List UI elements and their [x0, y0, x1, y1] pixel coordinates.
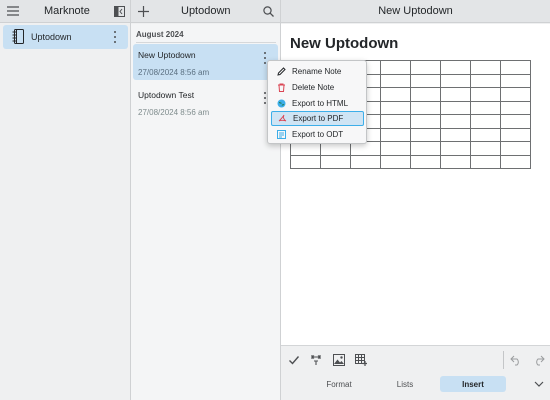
- trash-icon: [276, 83, 286, 93]
- table-cell[interactable]: [380, 127, 411, 142]
- menu-item-export-pdf[interactable]: Export to PDF: [271, 111, 364, 126]
- notes-list: August 2024 New Uptodown 27/08/2024 8:56…: [131, 24, 280, 400]
- table-cell[interactable]: [470, 100, 501, 115]
- table-cell[interactable]: [410, 73, 441, 88]
- table-cell[interactable]: [500, 141, 531, 156]
- table-cell[interactable]: [410, 127, 441, 142]
- notebook-title: Uptodown: [181, 5, 231, 17]
- menu-item-label: Export to HTML: [292, 99, 349, 108]
- table-cell[interactable]: [440, 60, 471, 75]
- group-header: August 2024: [136, 30, 184, 39]
- sidebar-item-label: Uptodown: [31, 32, 72, 42]
- tab-insert[interactable]: Insert: [440, 376, 506, 392]
- collapse-sidebar-icon[interactable]: [110, 2, 128, 20]
- globe-icon: [276, 99, 286, 109]
- checkbox-icon[interactable]: [286, 352, 302, 368]
- editor-header: New Uptodown: [281, 0, 550, 23]
- note-date: 27/08/2024 8:56 am: [138, 108, 210, 117]
- table-cell[interactable]: [380, 60, 411, 75]
- table-cell[interactable]: [500, 100, 531, 115]
- note-date: 27/08/2024 8:56 am: [138, 68, 210, 77]
- table-cell[interactable]: [440, 114, 471, 129]
- table-cell[interactable]: [320, 154, 351, 169]
- table-cell[interactable]: [410, 154, 441, 169]
- hamburger-menu-icon[interactable]: [4, 2, 22, 20]
- table-cell[interactable]: [380, 141, 411, 156]
- table-cell[interactable]: [440, 154, 471, 169]
- editor-title: New Uptodown: [378, 5, 453, 17]
- table-cell[interactable]: [380, 154, 411, 169]
- table-cell[interactable]: [440, 141, 471, 156]
- table-cell[interactable]: [500, 73, 531, 88]
- table-cell[interactable]: [380, 114, 411, 129]
- table-cell[interactable]: [410, 60, 441, 75]
- table-cell[interactable]: [500, 154, 531, 169]
- table-cell[interactable]: [440, 73, 471, 88]
- table-cell[interactable]: [500, 60, 531, 75]
- document-title[interactable]: New Uptodown: [290, 35, 398, 52]
- table-cell[interactable]: [470, 60, 501, 75]
- image-icon[interactable]: [331, 352, 347, 368]
- menu-item-delete-note[interactable]: Delete Note: [271, 80, 364, 95]
- notes-header: Uptodown: [131, 0, 280, 23]
- add-note-icon[interactable]: [134, 2, 152, 20]
- notebook-icon: [12, 29, 24, 46]
- sidebar-item-uptodown[interactable]: Uptodown: [3, 25, 128, 49]
- table-cell[interactable]: [500, 87, 531, 102]
- menu-item-export-html[interactable]: Export to HTML: [271, 96, 364, 111]
- link-icon[interactable]: [308, 352, 324, 368]
- undo-icon[interactable]: [508, 352, 524, 368]
- table-cell[interactable]: [440, 100, 471, 115]
- table-row: [290, 154, 531, 169]
- menu-item-label: Export to ODT: [292, 130, 344, 139]
- more-options-icon[interactable]: [111, 30, 119, 44]
- table-icon[interactable]: [353, 352, 369, 368]
- tab-format[interactable]: Format: [309, 376, 369, 392]
- app-title: Marknote: [44, 5, 90, 17]
- table-cell[interactable]: [410, 114, 441, 129]
- format-toolbar: Format Lists Insert: [281, 345, 550, 400]
- table-cell[interactable]: [380, 73, 411, 88]
- notebooks-sidebar: Uptodown: [0, 24, 130, 400]
- table-cell[interactable]: [410, 100, 441, 115]
- menu-item-label: Rename Note: [292, 67, 342, 76]
- table-cell[interactable]: [500, 127, 531, 142]
- note-context-menu: Rename Note Delete Note Export to HTML E…: [267, 60, 367, 144]
- table-cell[interactable]: [380, 100, 411, 115]
- note-title: Uptodown Test: [138, 90, 195, 100]
- menu-item-label: Export to PDF: [293, 114, 344, 123]
- app-header: Marknote: [0, 0, 130, 23]
- menu-item-label: Delete Note: [292, 83, 335, 92]
- table-cell[interactable]: [470, 154, 501, 169]
- menu-item-export-odt[interactable]: Export to ODT: [271, 127, 364, 142]
- note-item-uptodown-test[interactable]: Uptodown Test 27/08/2024 8:56 am: [133, 84, 278, 120]
- table-cell[interactable]: [440, 87, 471, 102]
- pdf-icon: [277, 114, 287, 124]
- pencil-icon: [276, 67, 286, 77]
- tab-lists[interactable]: Lists: [375, 376, 435, 392]
- toolbar-separator: [503, 351, 504, 369]
- note-item-new-uptodown[interactable]: New Uptodown 27/08/2024 8:56 am: [133, 44, 278, 80]
- table-cell[interactable]: [470, 87, 501, 102]
- table-cell[interactable]: [500, 114, 531, 129]
- group-divider: [136, 42, 276, 43]
- chevron-down-icon[interactable]: [531, 376, 547, 392]
- table-cell[interactable]: [440, 127, 471, 142]
- document-icon: [276, 130, 286, 140]
- table-cell[interactable]: [410, 87, 441, 102]
- menu-item-rename-note[interactable]: Rename Note: [271, 64, 364, 79]
- table-cell[interactable]: [470, 73, 501, 88]
- table-cell[interactable]: [470, 114, 501, 129]
- table-cell[interactable]: [410, 141, 441, 156]
- search-icon[interactable]: [259, 2, 277, 20]
- note-title: New Uptodown: [138, 50, 196, 60]
- redo-icon[interactable]: [531, 352, 547, 368]
- table-cell[interactable]: [470, 127, 501, 142]
- table-cell[interactable]: [380, 87, 411, 102]
- table-cell[interactable]: [470, 141, 501, 156]
- table-cell[interactable]: [290, 154, 321, 169]
- table-cell[interactable]: [350, 154, 381, 169]
